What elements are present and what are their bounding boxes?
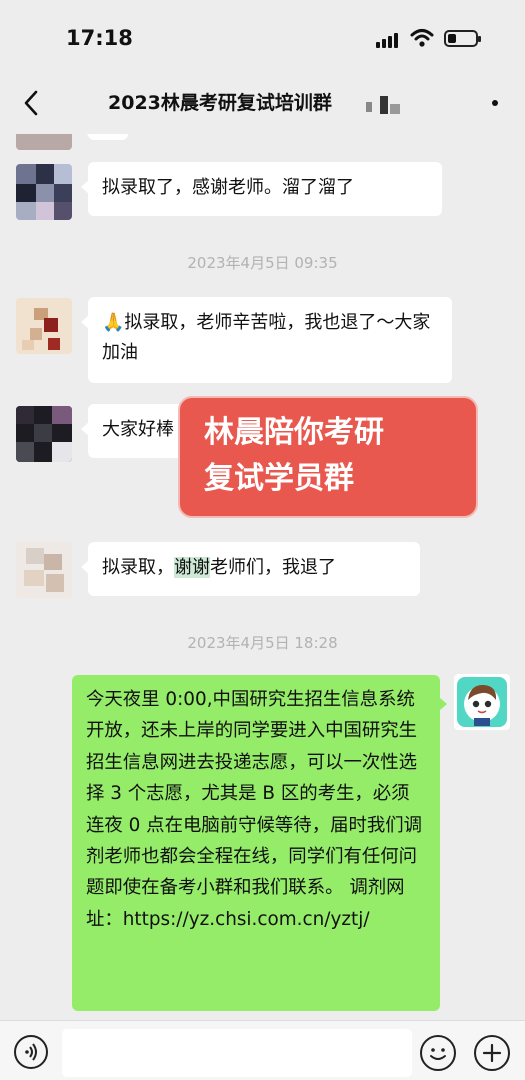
status-bar: 17:18 — [0, 0, 525, 70]
folded-hands-icon: 🙏 — [102, 312, 125, 333]
avatar[interactable] — [16, 298, 72, 354]
overlay-line-1: 林晨陪你考研 — [204, 415, 384, 450]
avatar[interactable] — [16, 406, 72, 462]
timestamp: 2023年4月5日 18:28 — [187, 634, 338, 652]
message-text: 拟录取了，感谢老师。溜了溜了 — [102, 177, 354, 198]
own-message-bubble[interactable]: 今天夜里 0:00,中国研究生招生信息系统开放，还未上岸的同学要进入中国研究生招… — [72, 675, 447, 1011]
own-avatar[interactable] — [454, 674, 510, 730]
plus-icon[interactable] — [474, 1035, 510, 1071]
title-mosaic — [366, 96, 406, 116]
emoji-icon[interactable] — [420, 1035, 456, 1071]
message-bubble[interactable]: 🙏拟录取，老师辛苦啦，我也退了～大家加油 — [81, 297, 452, 383]
message-text: 老师们，我退了 — [210, 557, 336, 578]
overlay-line-2: 复试学员群 — [204, 461, 354, 496]
input-bar — [0, 1020, 525, 1080]
avatar[interactable] — [16, 542, 72, 598]
message-text: 大家好棒 — [102, 419, 174, 440]
more-icon[interactable] — [492, 100, 498, 106]
chevron-left-icon[interactable] — [18, 88, 44, 118]
message-bubble[interactable]: 拟录取，谢谢老师们，我退了 — [81, 542, 420, 596]
chat-header: 2023林晨考研复试培训群 — [0, 70, 525, 134]
promo-overlay: 林晨陪你考研 复试学员群 — [178, 396, 478, 518]
battery-icon — [444, 30, 481, 47]
message-text: 拟录取， — [102, 557, 174, 578]
message-text: 今天夜里 0:00,中国研究生招生信息系统开放，还未上岸的同学要进入中国研究生招… — [86, 689, 423, 930]
message-input[interactable] — [62, 1029, 412, 1077]
wifi-icon — [410, 28, 434, 48]
message-list[interactable]: 拟录取了，感谢老师。溜了溜了 2023年4月5日 09:35 🙏拟录取，老师辛苦… — [0, 134, 525, 1020]
status-time: 17:18 — [66, 26, 133, 50]
signal-icon — [376, 32, 402, 48]
timestamp: 2023年4月5日 09:35 — [187, 254, 338, 272]
highlighted-text: 谢谢 — [174, 557, 210, 578]
chat-title: 2023林晨考研复试培训群 — [108, 92, 332, 114]
avatar[interactable] — [16, 164, 72, 220]
message-bubble[interactable]: 拟录取了，感谢老师。溜了溜了 — [81, 162, 442, 216]
message-bubble[interactable] — [81, 134, 128, 140]
message-text: 拟录取，老师辛苦啦，我也退了～大家加油 — [102, 312, 431, 363]
avatar[interactable] — [16, 134, 72, 150]
voice-icon[interactable] — [14, 1035, 48, 1069]
